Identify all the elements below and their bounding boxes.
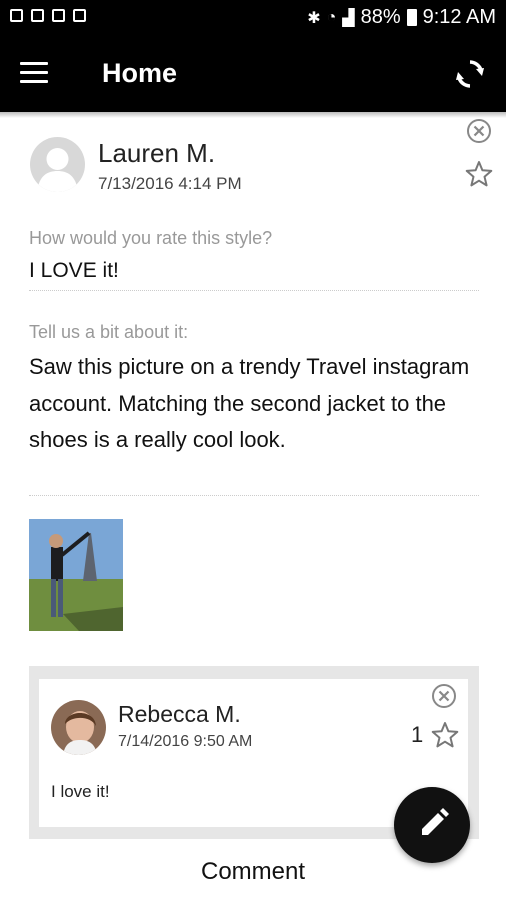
post-date: 7/13/2016 4:14 PM (98, 174, 242, 193)
page-title: Home (102, 58, 178, 88)
star-icon[interactable] (465, 160, 493, 188)
status-right: ✱ ◔ ▟ 88% 9:12 AM (307, 6, 496, 29)
comment-date: 7/14/2016 9:50 AM (118, 733, 253, 750)
edit-pencil-icon (422, 808, 449, 835)
compose-button[interactable] (394, 787, 470, 863)
sync-icon[interactable] (450, 54, 490, 94)
screenshot-notification-icon (73, 9, 86, 22)
menu-icon[interactable] (20, 62, 48, 84)
person-placeholder-icon (37, 148, 78, 192)
app-bar-shadow (0, 112, 506, 118)
battery-percent: 88% (360, 6, 401, 28)
close-icon[interactable] (466, 118, 492, 144)
close-icon[interactable] (431, 683, 457, 709)
status-bar: ✱ ◔ ▟ 88% 9:12 AM (0, 0, 506, 36)
gallery-notification-icon (10, 9, 23, 22)
comment-text: I love it! (51, 782, 110, 801)
divider (29, 290, 479, 291)
description-question: Tell us a bit about it: (29, 322, 189, 342)
wifi-icon: ◔ (326, 8, 337, 26)
battery-icon (406, 9, 417, 26)
bluetooth-icon: ✱ (307, 9, 321, 27)
like-count: 1 (411, 722, 424, 747)
commenter-avatar[interactable] (51, 700, 106, 755)
signal-icon: ▟ (342, 9, 355, 27)
app-bar: Home (0, 36, 506, 112)
author-avatar[interactable] (30, 137, 85, 192)
rating-answer: I LOVE it! (29, 259, 119, 282)
star-icon[interactable] (431, 721, 459, 749)
post-photo[interactable] (29, 519, 123, 631)
divider (29, 495, 479, 496)
rating-question: How would you rate this style? (29, 228, 273, 248)
post-author[interactable]: Lauren M. (98, 138, 215, 169)
clock: 9:12 AM (422, 6, 496, 28)
notification-icons (10, 9, 86, 22)
description-answer: Saw this picture on a trendy Travel inst… (29, 354, 470, 452)
comment-author[interactable]: Rebecca M. (118, 701, 241, 728)
sim-notification-icon (52, 9, 65, 22)
flipboard-notification-icon (31, 9, 44, 22)
